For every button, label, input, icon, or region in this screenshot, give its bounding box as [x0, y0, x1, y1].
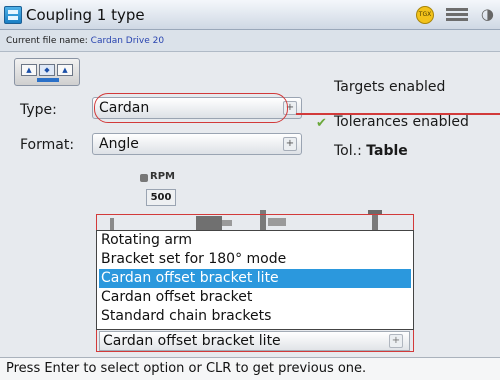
rpm-label: RPM [150, 171, 175, 182]
tolerance-setting[interactable]: Tol.: Table [334, 143, 408, 159]
toolbar-right-button[interactable]: ▲ [57, 64, 73, 76]
list-item-cardan-offset-bracket[interactable]: Cardan offset bracket [99, 288, 411, 307]
list-item-rotating-arm[interactable]: Rotating arm [99, 231, 411, 250]
title-bar: Coupling 1 type TGX ◑ [0, 0, 500, 30]
bracket-combo-value: Cardan offset bracket lite [103, 333, 281, 349]
tolerance-value: Table [366, 143, 408, 159]
toolbar-left-button[interactable]: ▲ [21, 64, 37, 76]
tgx-badge-icon: TGX [416, 6, 434, 24]
status-bar: Press Enter to select option or CLR to g… [0, 357, 500, 380]
format-select[interactable]: Angle + [92, 133, 302, 155]
type-highlight-annotation [94, 93, 288, 123]
tolerances-enabled-option[interactable]: Tolerances enabled [334, 114, 469, 130]
bracket-dropdown-list[interactable]: Rotating arm Bracket set for 180° mode C… [96, 230, 414, 330]
file-info-bar: Current file name: Cardan Drive 20 [0, 30, 500, 52]
rpm-icon [140, 174, 148, 182]
format-label: Format: [20, 137, 75, 153]
bracket-combo-box[interactable]: Cardan offset bracket lite + [99, 331, 410, 351]
format-select-arrow-icon[interactable]: + [283, 137, 297, 151]
toolbar-active-indicator [37, 78, 59, 82]
targets-enabled-option[interactable]: Targets enabled [334, 79, 445, 95]
battery-icon [446, 8, 468, 22]
combo-arrow-icon[interactable]: + [389, 334, 403, 348]
toolbar: ▲ ◆ ▲ [14, 58, 80, 86]
tolerance-label: Tol.: [334, 143, 362, 159]
rpm-value[interactable]: 500 [146, 189, 176, 206]
type-label: Type: [20, 102, 57, 118]
format-select-value: Angle [99, 136, 139, 152]
signal-icon: ◑ [480, 5, 494, 23]
list-item-standard-chain-brackets[interactable]: Standard chain brackets [99, 307, 411, 326]
list-item-bracket-set-180[interactable]: Bracket set for 180° mode [99, 250, 411, 269]
window-title: Coupling 1 type [26, 6, 145, 24]
file-label: Current file name: [6, 36, 88, 46]
app-icon [4, 6, 22, 24]
toolbar-middle-button[interactable]: ◆ [39, 64, 55, 76]
list-item-cardan-offset-bracket-lite[interactable]: Cardan offset bracket lite [99, 269, 411, 288]
check-icon: ✔ [316, 116, 327, 131]
file-name: Cardan Drive 20 [90, 36, 165, 46]
